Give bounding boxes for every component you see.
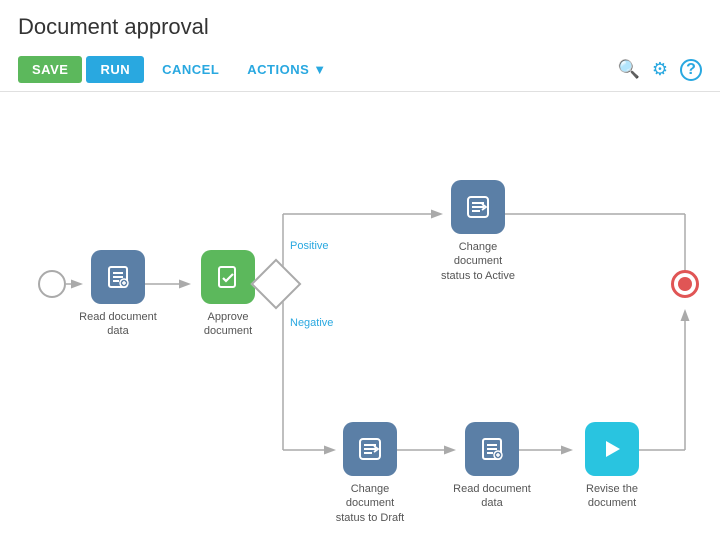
- start-event[interactable]: [38, 270, 66, 298]
- read-document-icon: [91, 250, 145, 304]
- read-document-2-icon: [465, 422, 519, 476]
- end-event[interactable]: [671, 270, 699, 298]
- change-status-active-icon: [451, 180, 505, 234]
- diagram-canvas: Read document data Approve document Posi…: [0, 92, 720, 522]
- run-button[interactable]: RUN: [86, 56, 144, 83]
- change-status-active-node[interactable]: Change document status to Active: [438, 180, 518, 283]
- read-document-data-2-node[interactable]: Read document data: [452, 422, 532, 511]
- negative-label: Negative: [290, 317, 333, 329]
- chevron-down-icon: ▼: [313, 62, 326, 77]
- search-icon[interactable]: 🔍: [617, 59, 639, 80]
- revise-document-icon: [585, 422, 639, 476]
- change-status-draft-label: Change document status to Draft: [330, 482, 410, 522]
- approve-document-label: Approve document: [188, 310, 268, 339]
- cancel-button[interactable]: CANCEL: [148, 56, 233, 83]
- change-status-draft-icon: [343, 422, 397, 476]
- approve-document-icon: [201, 250, 255, 304]
- change-status-draft-node[interactable]: Change document status to Draft: [330, 422, 410, 522]
- end-event-inner: [678, 277, 692, 291]
- help-icon[interactable]: ?: [680, 59, 702, 81]
- toolbar-right: 🔍 ⚙ ?: [617, 59, 702, 81]
- revise-document-node[interactable]: Revise the document: [572, 422, 652, 511]
- gear-icon[interactable]: ⚙: [652, 59, 668, 80]
- page-title: Document approval: [0, 0, 720, 48]
- revise-document-label: Revise the document: [572, 482, 652, 511]
- toolbar: SAVE RUN CANCEL ACTIONS ▼ 🔍 ⚙ ?: [0, 48, 720, 92]
- change-status-active-label: Change document status to Active: [438, 240, 518, 283]
- approve-document-node[interactable]: Approve document: [188, 250, 268, 339]
- positive-label: Positive: [290, 240, 329, 252]
- actions-button[interactable]: ACTIONS ▼: [237, 56, 336, 83]
- read-document-data-node[interactable]: Read document data: [78, 250, 158, 339]
- read-document-2-label: Read document data: [452, 482, 532, 511]
- save-button[interactable]: SAVE: [18, 56, 82, 83]
- read-document-label: Read document data: [78, 310, 158, 339]
